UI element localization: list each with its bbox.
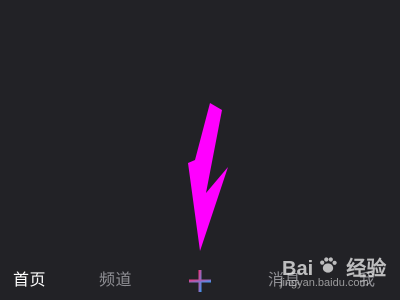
annotation-arrow-icon bbox=[188, 103, 228, 251]
arrow-shape bbox=[188, 103, 228, 251]
app-screen: 首页 频道 消息 我 Bai 经验 jingyan.baidu.com bbox=[0, 0, 400, 300]
bottom-tab-bar: 首页 频道 消息 我 bbox=[0, 260, 400, 300]
tab-me[interactable]: 我 bbox=[359, 268, 376, 292]
tab-home[interactable]: 首页 bbox=[13, 268, 46, 292]
tab-messages[interactable]: 消息 bbox=[268, 268, 301, 292]
plus-icon[interactable] bbox=[186, 267, 214, 295]
tab-channel[interactable]: 频道 bbox=[99, 268, 132, 292]
